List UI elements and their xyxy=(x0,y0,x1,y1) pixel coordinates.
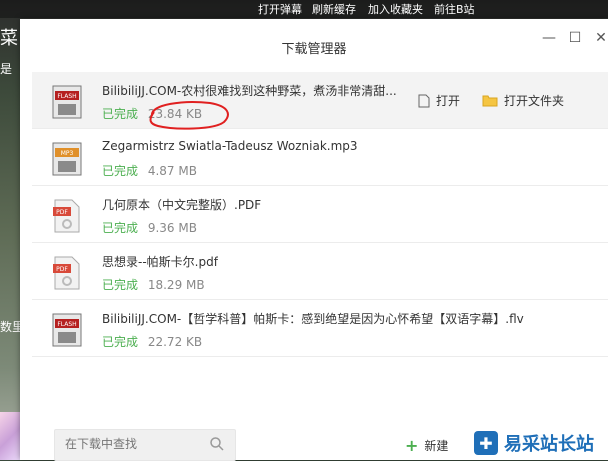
mp3-file-icon: MP3 xyxy=(52,142,82,176)
status-done: 已完成 xyxy=(102,221,139,235)
file-name: 思想录--帕斯卡尔.pdf xyxy=(102,255,218,269)
svg-text:PDF: PDF xyxy=(56,209,68,216)
svg-text:FLASH: FLASH xyxy=(57,93,76,100)
download-list: FLASH BilibiliJJ.COM-农村很难找到这种野菜，煮汤非常清甜..… xyxy=(32,72,608,357)
flash-file-icon: FLASH xyxy=(52,313,82,347)
close-button[interactable]: ✕ xyxy=(592,29,608,47)
svg-text:MP3: MP3 xyxy=(61,150,74,157)
download-item[interactable]: FLASH BilibiliJJ.COM-【哲学科普】帕斯卡：感到绝望是因为心怀… xyxy=(32,300,608,357)
open-folder-label: 打开文件夹 xyxy=(504,94,565,108)
pdf-file-icon: PDF xyxy=(53,256,80,290)
file-size: 4.87 MB xyxy=(147,164,197,178)
download-manager-dialog: 下载管理器 — ☐ ✕ FLASH BilibiliJJ.COM-农村很难找到这… xyxy=(20,19,608,461)
download-item[interactable]: PDF 几何原本（中文完整版）.PDF 已完成 9.36 MB xyxy=(32,186,608,243)
minimize-button[interactable]: — xyxy=(540,29,558,47)
bg-link-danmaku[interactable]: 打开弹幕 xyxy=(258,1,302,17)
status-done: 已完成 xyxy=(102,107,139,121)
watermark: ✚ 易采站长站 xyxy=(452,426,608,460)
svg-text:FLASH: FLASH xyxy=(57,321,76,328)
watermark-logo-icon: ✚ xyxy=(474,431,498,455)
new-download-button[interactable]: + 新建 xyxy=(405,437,448,454)
maximize-button[interactable]: ☐ xyxy=(566,29,584,47)
download-item[interactable]: FLASH BilibiliJJ.COM-农村很难找到这种野菜，煮汤非常清甜..… xyxy=(32,72,608,130)
flash-file-icon: FLASH xyxy=(52,85,82,119)
bg-link-bilibili[interactable]: 前往B站 xyxy=(434,1,475,17)
file-status: 已完成 4.87 MB xyxy=(102,162,197,179)
search-box[interactable] xyxy=(54,429,236,461)
file-icon xyxy=(418,94,430,107)
search-input[interactable] xyxy=(63,436,207,452)
open-button[interactable]: 打开 xyxy=(418,92,460,109)
file-status: 已完成 22.72 KB xyxy=(102,333,202,350)
file-size: 18.29 MB xyxy=(147,278,205,292)
open-folder-button[interactable]: 打开文件夹 xyxy=(482,92,564,109)
status-done: 已完成 xyxy=(102,335,139,349)
bg-text-2: 是 xyxy=(0,62,13,76)
background-topbar: 打开弹幕 刷新缓存 加入收藏夹 前往B站 xyxy=(0,0,608,18)
svg-text:PDF: PDF xyxy=(56,266,68,273)
file-status: 已完成 9.36 MB xyxy=(102,219,197,236)
file-name: BilibiliJJ.COM-农村很难找到这种野菜，煮汤非常清甜... xyxy=(102,84,397,98)
plus-icon: + xyxy=(405,435,419,455)
status-done: 已完成 xyxy=(102,164,139,178)
dialog-title: 下载管理器 xyxy=(281,42,347,57)
open-label: 打开 xyxy=(436,94,461,108)
file-size: 9.36 MB xyxy=(147,221,197,235)
red-annotation-circle xyxy=(149,101,229,130)
file-name: BilibiliJJ.COM-【哲学科普】帕斯卡：感到绝望是因为心怀希望【双语字… xyxy=(102,312,524,326)
file-name: Zegarmistrz Swiatla-Tadeusz Wozniak.mp3 xyxy=(102,139,358,153)
bg-link-favorite[interactable]: 加入收藏夹 xyxy=(368,1,423,17)
file-name: 几何原本（中文完整版）.PDF xyxy=(102,198,262,212)
file-size: 22.72 KB xyxy=(147,335,203,349)
bg-link-refresh[interactable]: 刷新缓存 xyxy=(312,1,356,17)
watermark-text: 易采站长站 xyxy=(504,434,594,455)
download-item[interactable]: MP3 Zegarmistrz Swiatla-Tadeusz Wozniak.… xyxy=(32,129,608,186)
new-label: 新建 xyxy=(424,439,449,453)
bg-text-1: 菜 xyxy=(0,28,18,49)
file-status: 已完成 18.29 MB xyxy=(102,276,205,293)
search-icon[interactable] xyxy=(209,436,225,452)
download-item[interactable]: PDF 思想录--帕斯卡尔.pdf 已完成 18.29 MB xyxy=(32,243,608,300)
pdf-file-icon: PDF xyxy=(53,199,80,233)
status-done: 已完成 xyxy=(102,278,139,292)
folder-icon xyxy=(482,95,498,107)
